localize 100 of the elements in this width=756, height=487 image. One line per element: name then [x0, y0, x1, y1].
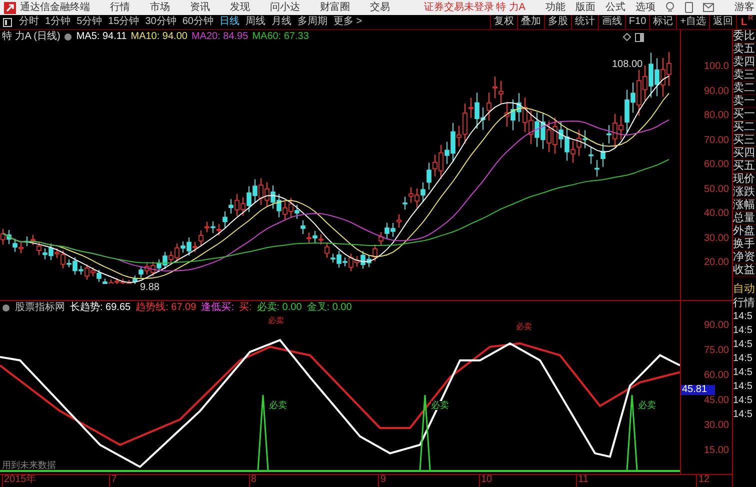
menu-item[interactable]: 功能 [545, 2, 566, 12]
menu-item[interactable]: 财富圈 [320, 2, 350, 12]
date-label: 10 [478, 475, 492, 487]
signal-label: 必卖 [638, 401, 656, 410]
menu-item[interactable]: 发现 [230, 2, 250, 12]
toolbar-button[interactable]: 标记 [649, 15, 676, 29]
menu-item[interactable]: 选项 [635, 2, 656, 12]
menu-item[interactable]: 资讯 [190, 2, 210, 12]
toolbar-button[interactable]: 多股 [544, 15, 571, 29]
window-icon[interactable] [635, 32, 644, 42]
quote-field-label: 涨跌 [733, 187, 756, 199]
axis-label: 70.00 [704, 136, 729, 146]
period-tab[interactable]: 5分钟 [74, 17, 106, 27]
ma-legend: MA5: 94.11 [76, 32, 127, 42]
period-tab[interactable]: 30分钟 [142, 17, 180, 27]
axis-label: 20.00 [704, 258, 729, 269]
quote-field-label: 现价 [733, 174, 756, 186]
tick-time: 14:5 [733, 382, 754, 394]
quote-field-label: 卖二 [733, 83, 756, 95]
ma-legend: MA20: 84.95 [191, 32, 248, 42]
login-status[interactable]: 证券交易未登录 [424, 2, 494, 12]
menu-item[interactable]: 公式 [605, 2, 626, 12]
indicator-legend: 股票指标网 [15, 303, 65, 313]
quote-field-label: 净资 [733, 252, 756, 264]
date-label: 12 [696, 475, 710, 487]
mail-icon[interactable] [703, 3, 714, 12]
quote-field-label: 卖一 [733, 96, 756, 108]
axis-label: 100.0 [704, 62, 729, 73]
user-label[interactable]: 游客 [734, 2, 754, 12]
tick-time: 14:5 [733, 312, 754, 324]
axis-label: 40.00 [704, 209, 729, 220]
tick-time: 14:5 [733, 368, 754, 380]
indicator-legend: 必卖: 0.00 [256, 303, 302, 313]
tick-time: 14:5 [733, 340, 754, 352]
toolbar-button[interactable]: 叠加 [516, 15, 544, 29]
quote-field-label: 涨幅 [733, 200, 756, 212]
toolbar-button[interactable]: 复权 [490, 15, 517, 29]
axis-label: 75.00 [704, 346, 729, 357]
toolbar-button[interactable]: 统计 [570, 15, 598, 29]
axis-label: 45.00 [704, 396, 729, 407]
quote-field-label: 卖五 [733, 44, 756, 56]
menu-item[interactable]: 行情 [110, 2, 130, 12]
axis-label: 15.00 [704, 446, 729, 457]
quote-field-label: 买三 [733, 135, 756, 147]
period-tab[interactable]: 分时 [16, 17, 42, 27]
quote-field-label: 买一 [733, 109, 756, 121]
quote-field-label: 委比 [733, 31, 756, 43]
menu-item[interactable]: 版面 [575, 2, 596, 12]
period-tab[interactable]: 60分钟 [179, 17, 216, 27]
quote-field-label: 卖三 [733, 70, 756, 82]
app-title: 通达信金融终端 [20, 2, 90, 12]
quote-field-label: 买四 [733, 148, 756, 160]
quote-field-label: 外盘 [733, 226, 756, 238]
indicator-legend: 趋势线: 67.09 [136, 303, 196, 313]
signal-label: 必卖 [516, 323, 532, 331]
indicator-legend: 逢低买: [201, 303, 234, 313]
quote-tab[interactable]: 自动 [733, 284, 756, 296]
period-tab[interactable]: 周线 [242, 17, 268, 27]
menu-item[interactable]: 交易 [370, 2, 390, 12]
axis-label: 30.00 [704, 421, 729, 432]
period-tab[interactable]: 1分钟 [42, 17, 74, 27]
tick-time: 14:5 [733, 410, 754, 422]
signal-label: 必卖 [431, 401, 449, 410]
indicator-legend: 买: [238, 303, 252, 313]
quote-field-label: 买二 [733, 122, 756, 134]
ma-legend: MA60: 67.33 [252, 32, 309, 42]
date-label: 11 [576, 475, 588, 487]
current-value-badge: 45.81 [681, 385, 715, 395]
period-tab[interactable]: 更多 > [330, 17, 366, 27]
axis-label: 60.00 [704, 371, 729, 382]
period-tab[interactable]: 15分钟 [105, 17, 142, 27]
indicator-legend: 金叉: 0.00 [306, 303, 352, 313]
period-tab[interactable]: 月线 [268, 17, 294, 27]
signal-label: 必卖 [269, 401, 287, 410]
chart-title: 特 力A (日线) [2, 32, 60, 42]
axis-label: 30.00 [704, 234, 729, 244]
date-label: 9 [378, 475, 386, 487]
menu-item[interactable]: 问小达 [270, 2, 300, 12]
menu-item[interactable]: 市场 [150, 2, 170, 12]
diamond-icon[interactable] [623, 33, 631, 41]
quote-field-label: 卖四 [733, 57, 756, 69]
axis-label: 90.00 [704, 321, 729, 332]
bulb-icon[interactable] [665, 2, 676, 13]
period-tab[interactable]: 多周期 [294, 17, 330, 27]
phone-icon[interactable] [685, 2, 694, 13]
tick-time: 14:5 [733, 354, 754, 366]
axis-label: 80.00 [704, 111, 729, 122]
toolbar-button[interactable]: 画线 [598, 15, 625, 29]
layout-left-toggle[interactable]: L [741, 18, 748, 28]
indicator-legend: 长趋势: 69.65 [70, 303, 131, 313]
ma-legend: MA10: 94.00 [130, 32, 188, 42]
app-logo-icon [4, 2, 16, 14]
high-price-label: 108.00 [612, 60, 643, 70]
quote-tab[interactable]: 行情 [733, 298, 756, 310]
panel-toggle-icon[interactable] [3, 18, 12, 26]
period-tab[interactable]: 日线 [216, 17, 242, 27]
date-label: 7 [109, 475, 117, 487]
toolbar-button[interactable]: +自选 [676, 15, 709, 29]
toolbar-button[interactable]: F10 [624, 15, 650, 29]
toolbar-button[interactable]: 返回 [709, 15, 736, 29]
